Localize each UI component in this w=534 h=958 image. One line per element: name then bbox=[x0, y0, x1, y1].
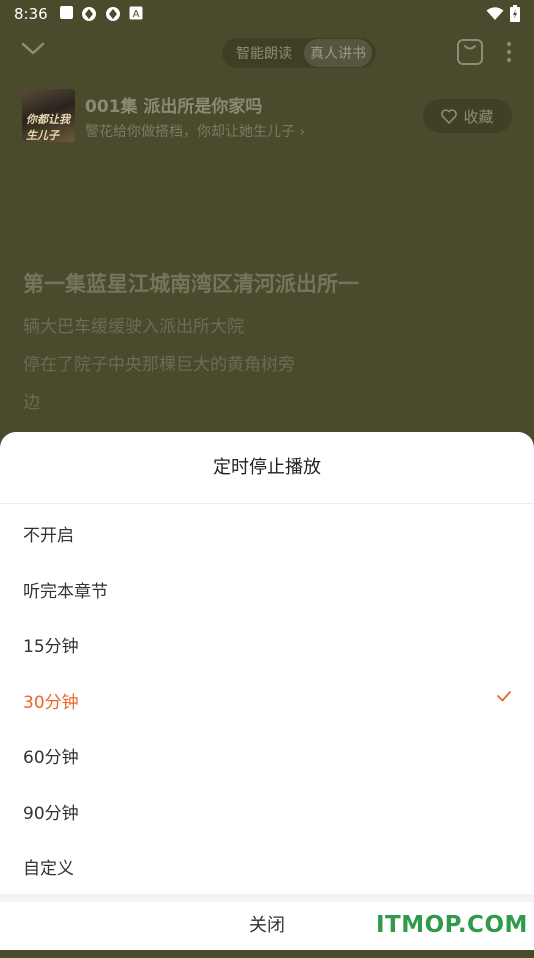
timer-option-30min[interactable]: 30分钟 bbox=[0, 671, 534, 726]
reader-line: 边 bbox=[23, 393, 40, 413]
collect-label: 收藏 bbox=[463, 107, 494, 126]
chapter-title[interactable]: 001集 派出所是你家吗 bbox=[85, 92, 262, 117]
sleep-timer-sheet: 定时停止播放 不开启 听完本章节 15分钟 30分钟 60分钟 90分钟 自定义… bbox=[0, 432, 534, 950]
battery-icon bbox=[510, 5, 520, 22]
more-options-icon[interactable] bbox=[504, 40, 514, 64]
reading-mode-toggle: 智能朗读 真人讲书 bbox=[222, 38, 376, 68]
reader-heading: 第一集蓝星江城南湾区清河派出所一 bbox=[23, 272, 359, 296]
option-label: 90分钟 bbox=[23, 804, 79, 824]
tab-smart-reading[interactable]: 智能朗读 bbox=[230, 39, 298, 67]
reader-line: 停在了院子中央那棵巨大的黄角树旁 bbox=[23, 355, 295, 375]
timer-option-off[interactable]: 不开启 bbox=[0, 504, 534, 559]
option-label: 不开启 bbox=[23, 526, 74, 546]
timer-option-15min[interactable]: 15分钟 bbox=[0, 615, 534, 670]
wifi-icon bbox=[486, 6, 504, 20]
option-label: 15分钟 bbox=[23, 637, 79, 657]
collapse-chevron-icon[interactable] bbox=[20, 38, 46, 60]
status-time: 8:36 bbox=[14, 5, 48, 23]
book-cover-title: 你都让我生儿子 bbox=[26, 113, 70, 142]
watermark-logo: ITMOP.COM bbox=[376, 912, 528, 938]
status-notification-icons: A bbox=[60, 6, 143, 22]
book-subtitle: 警花给你做搭档，你却让她生儿子 bbox=[85, 124, 295, 140]
reader-line: 辆大巴车缓缓驶入派出所大院 bbox=[23, 317, 244, 337]
player-top-bar: 智能朗读 真人讲书 bbox=[0, 30, 534, 74]
status-system-icons bbox=[486, 5, 520, 22]
check-icon bbox=[497, 691, 511, 702]
notification-square-icon bbox=[60, 6, 73, 19]
svg-text:A: A bbox=[133, 9, 140, 20]
option-label: 听完本章节 bbox=[23, 582, 108, 602]
book-cover[interactable]: 你都让我生儿子 bbox=[22, 89, 75, 142]
book-subtitle-link[interactable]: 警花给你做搭档，你却让她生儿子 › bbox=[85, 121, 305, 141]
timer-option-90min[interactable]: 90分钟 bbox=[0, 782, 534, 837]
option-label: 自定义 bbox=[23, 859, 74, 879]
chevron-right-icon: › bbox=[299, 124, 306, 140]
timer-option-custom[interactable]: 自定义 bbox=[0, 837, 534, 892]
timer-option-60min[interactable]: 60分钟 bbox=[0, 726, 534, 781]
tab-human-narration[interactable]: 真人讲书 bbox=[304, 39, 372, 67]
bookshelf-icon[interactable] bbox=[456, 38, 484, 66]
collect-button[interactable]: 收藏 bbox=[423, 99, 512, 133]
app-notification-icon bbox=[106, 7, 120, 21]
status-bar: 8:36 A bbox=[0, 0, 534, 28]
app-notification-icon bbox=[82, 7, 96, 21]
text-notification-icon: A bbox=[129, 6, 143, 20]
option-label: 60分钟 bbox=[23, 748, 79, 768]
heart-icon bbox=[441, 108, 458, 124]
timer-option-end-of-chapter[interactable]: 听完本章节 bbox=[0, 560, 534, 615]
sheet-title: 定时停止播放 bbox=[0, 432, 534, 504]
option-label: 30分钟 bbox=[23, 693, 79, 713]
